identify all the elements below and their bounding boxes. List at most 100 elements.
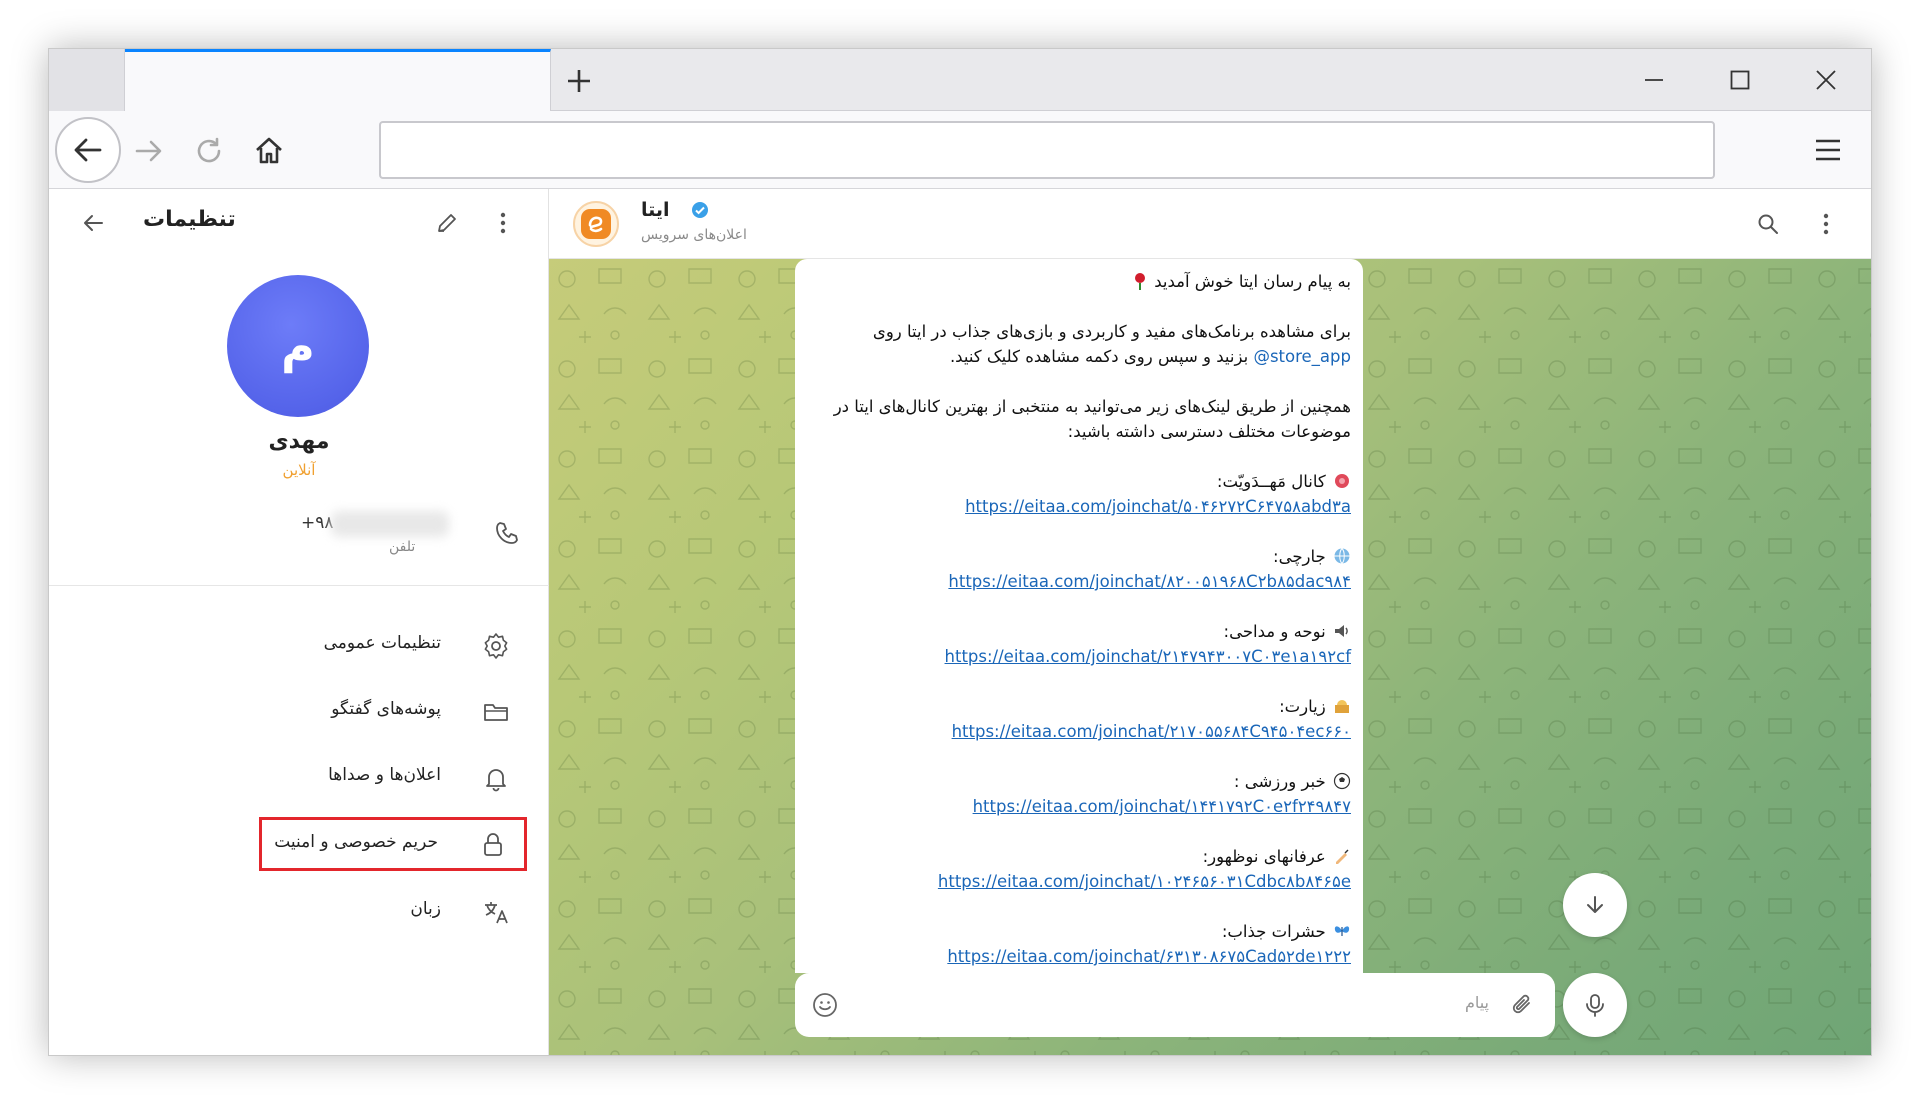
chat-name: ایتا (641, 199, 670, 221)
channel-link[interactable]: https://eitaa.com/joinchat/۱۰۲۴۶۵۶۰۳۱Cdb… (938, 872, 1351, 891)
channel-link[interactable]: https://eitaa.com/joinchat/۵۰۴۶۲۷۲C۶۴۷۵۸… (965, 497, 1351, 516)
paperclip-icon (1512, 994, 1530, 1014)
microphone-icon (1586, 994, 1604, 1017)
rose-icon (1129, 272, 1149, 290)
translate-icon (479, 895, 513, 929)
maximize-icon (1730, 70, 1750, 90)
channel-label: خبر ورزشی : (1233, 772, 1326, 791)
channel-entry: عرفانهای نوظهور: https://eitaa.com/joinc… (807, 844, 1351, 894)
eitaa-app: تنظیمات م مهدی آنلاین +۹۸ تلفن تنظیمات ع… (49, 189, 1871, 1055)
chat-subtitle: اعلان‌های سرویس (641, 227, 747, 243)
channel-entry: خبر ورزشی : https://eitaa.com/joinchat/۱… (807, 769, 1351, 819)
channels-intro: همچنین از طریق لینک‌های زیر می‌توانید به… (833, 397, 1351, 441)
folder-icon (479, 695, 513, 729)
navigation-bar (49, 111, 1871, 189)
menu-language[interactable]: زبان (259, 887, 527, 937)
scroll-down-button[interactable] (1563, 873, 1627, 937)
close-window-button[interactable] (1803, 59, 1849, 101)
channel-entry: حشرات جذاب: https://eitaa.com/joinchat/۶… (807, 919, 1351, 969)
search-button[interactable] (1749, 205, 1787, 243)
tab-bar (49, 49, 1871, 112)
arrow-right-icon (135, 140, 162, 162)
greeting-text: به پیام رسان ایتا خوش آمدید (1154, 272, 1351, 291)
menu-label: تنظیمات عمومی (323, 633, 441, 653)
smiley-icon (813, 993, 837, 1017)
menu-notifications[interactable]: اعلان‌ها و صداها (259, 753, 527, 803)
settings-title: تنظیمات (143, 207, 236, 232)
settings-header: تنظیمات (49, 189, 548, 253)
chat-header: ایتا اعلان‌های سرویس (549, 189, 1871, 259)
reload-button[interactable] (189, 131, 229, 171)
verified-badge-icon (691, 201, 709, 223)
channel-label: کانال مَهــدَویّت: (1216, 472, 1326, 491)
minimize-button[interactable] (1631, 59, 1677, 101)
channel-label: حشرات جذاب: (1221, 922, 1326, 941)
new-tab-button[interactable] (559, 61, 599, 101)
eitaa-logo-icon (581, 209, 611, 239)
channel-link[interactable]: https://eitaa.com/joinchat/۸۲۰۰۵۱۹۶۸C۲b۸… (948, 572, 1351, 591)
address-bar[interactable] (379, 121, 1715, 179)
flower-icon (1331, 472, 1351, 490)
channel-entry: کانال مَهــدَویّت: https://eitaa.com/joi… (807, 469, 1351, 519)
message-bubble: به پیام رسان ایتا خوش آمدید برای مشاهده … (795, 259, 1363, 973)
back-arrow-button[interactable] (75, 205, 111, 241)
menu-button[interactable] (1803, 125, 1853, 175)
back-button[interactable] (55, 117, 121, 183)
home-button[interactable] (249, 131, 289, 171)
arrow-left-icon (74, 138, 102, 162)
menu-label: زبان (410, 899, 441, 919)
forward-button[interactable] (129, 131, 169, 171)
channel-link[interactable]: https://eitaa.com/joinchat/۲۱۷۰۵۵۶۸۴C۹۴۵… (952, 722, 1351, 741)
butterfly-icon (1331, 922, 1351, 940)
attach-button[interactable] (1505, 987, 1541, 1023)
chat-panel: ایتا اعلان‌های سرویس به پیام رسان ایتا خ… (549, 189, 1871, 1055)
menu-chat-folders[interactable]: پوشه‌های گفتگو (259, 687, 527, 737)
store-app-handle[interactable]: @store_app (1253, 347, 1351, 366)
plus-icon (568, 70, 590, 92)
channel-link[interactable]: https://eitaa.com/joinchat/۱۴۴۱۷۹۲C۰e۲f۲… (973, 797, 1351, 816)
globe-icon (1331, 547, 1351, 565)
browser-window: تنظیمات م مهدی آنلاین +۹۸ تلفن تنظیمات ع… (48, 48, 1872, 1056)
phone-row[interactable]: +۹۸ تلفن (49, 507, 549, 567)
channel-label: جارچی: (1273, 547, 1326, 566)
shrine-icon (1331, 697, 1351, 715)
tab-active[interactable] (125, 49, 551, 112)
channel-link[interactable]: https://eitaa.com/joinchat/۶۳۱۳۰۸۶۷۵Cad۵… (947, 947, 1351, 966)
arrow-down-icon (1587, 896, 1603, 913)
chat-more-button[interactable] (1807, 205, 1845, 243)
reload-icon (197, 137, 221, 163)
menu-label: اعلان‌ها و صداها (328, 765, 441, 785)
tab-inactive[interactable] (49, 49, 125, 111)
kebab-icon (500, 212, 506, 234)
menu-general-settings[interactable]: تنظیمات عمومی (259, 621, 527, 671)
emoji-button[interactable] (807, 987, 843, 1023)
message-composer[interactable]: پیام (795, 973, 1555, 1037)
avatar[interactable]: م (227, 275, 369, 417)
arrow-left-icon (84, 215, 103, 231)
eitaa-logo-avatar[interactable] (573, 201, 619, 247)
divider (49, 585, 549, 586)
voice-message-button[interactable] (1563, 973, 1627, 1037)
edit-profile-button[interactable] (429, 205, 465, 241)
channel-link[interactable]: https://eitaa.com/joinchat/۲۱۴۷۹۴۳۰۰۷C۰۳… (945, 647, 1351, 666)
store-line-2: بزنید و سپس روی دکمه مشاهده کلیک کنید. (949, 347, 1249, 366)
message-text: به پیام رسان ایتا خوش آمدید برای مشاهده … (807, 269, 1351, 969)
menu-label: پوشه‌های گفتگو (331, 699, 441, 719)
more-options-button[interactable] (485, 205, 521, 241)
phone-icon (489, 515, 525, 551)
lock-icon (476, 828, 510, 862)
hamburger-icon (1816, 139, 1840, 161)
menu-privacy-security[interactable]: حریم خصوصی و امنیت (259, 817, 527, 871)
phone-number-prefix: +۹۸ (301, 513, 334, 533)
channel-entry: جارچی: https://eitaa.com/joinchat/۸۲۰۰۵۱… (807, 544, 1351, 594)
kebab-icon (1823, 213, 1829, 235)
home-icon (256, 137, 282, 164)
profile-name: مهدی (268, 429, 330, 454)
phone-number-blurred (331, 511, 449, 537)
maximize-button[interactable] (1717, 59, 1763, 101)
menu-label: حریم خصوصی و امنیت (274, 832, 438, 852)
soccer-ball-icon (1331, 772, 1351, 790)
search-icon (1758, 214, 1778, 234)
message-input[interactable]: پیام (1465, 993, 1489, 1012)
bell-icon (479, 761, 513, 795)
